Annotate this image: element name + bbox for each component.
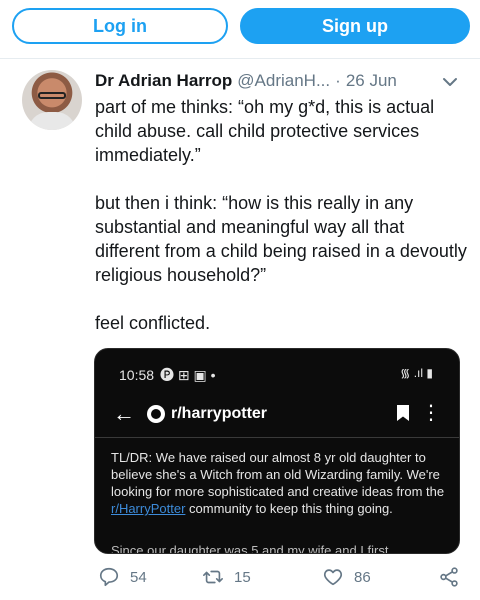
share-button[interactable] <box>438 566 460 588</box>
author-name[interactable]: Dr Adrian Harrop <box>95 71 232 91</box>
post-text-part: community to keep this thing going. <box>185 501 393 516</box>
more-vertical-icon: ⋮ <box>421 402 441 424</box>
subreddit-name: r/harrypotter <box>171 405 268 422</box>
retweet-count: 15 <box>234 568 251 586</box>
tweet-paragraph: feel conflicted. <box>95 313 211 333</box>
media-screenshot[interactable]: 10:58 🅟 ⊞ ▣ • ᯾ .ıl ▮ ← r/harrypotter ⋮ … <box>94 348 460 554</box>
like-count: 86 <box>354 568 371 586</box>
avatar[interactable] <box>22 70 82 130</box>
subreddit-icon <box>147 405 165 423</box>
status-icons-right: ᯾ .ıl ▮ <box>400 366 433 380</box>
reply-count: 54 <box>130 568 147 586</box>
chevron-down-icon[interactable] <box>442 74 458 90</box>
retweet-button[interactable]: 15 <box>202 566 251 588</box>
like-icon <box>323 569 343 586</box>
tweet-actions: 54 15 86 <box>92 566 472 592</box>
tweet-paragraph: but then i think: “how is this really in… <box>95 193 467 285</box>
tweet-paragraph: part of me thinks: “oh my g*d, this is a… <box>95 97 435 165</box>
reply-icon <box>99 567 119 587</box>
tweet-date[interactable]: 26 Jun <box>346 71 397 91</box>
share-icon <box>440 567 458 587</box>
like-button[interactable]: 86 <box>322 566 371 588</box>
bookmark-icon <box>397 405 409 421</box>
reply-button[interactable]: 54 <box>98 566 147 588</box>
post-link: r/HarryPotter <box>111 501 186 516</box>
status-bar: 10:58 🅟 ⊞ ▣ • <box>119 365 216 385</box>
top-bar: Log in Sign up <box>0 0 480 60</box>
signup-button[interactable]: Sign up <box>240 8 470 44</box>
post-text-cut: Since our daughter was 5 and my wife and… <box>111 543 389 554</box>
status-time: 10:58 <box>119 367 155 383</box>
retweet-icon <box>203 570 223 584</box>
login-button[interactable]: Log in <box>12 8 228 44</box>
post-text: TL/DR: We have raised our almost 8 yr ol… <box>111 449 451 517</box>
separator: · <box>335 71 341 90</box>
avatar-glasses <box>38 92 66 99</box>
back-arrow-icon: ← <box>113 401 135 426</box>
status-icons-left: 🅟 ⊞ ▣ • <box>160 367 216 383</box>
author-handle[interactable]: @AdrianH... <box>237 71 330 91</box>
avatar-shirt <box>28 112 76 130</box>
divider <box>0 58 480 59</box>
tweet-header: Dr Adrian Harrop @AdrianH... · 26 Jun <box>95 70 475 92</box>
media-divider <box>95 437 459 438</box>
reddit-navbar: ← r/harrypotter ⋮ <box>113 401 445 427</box>
tweet-text: part of me thinks: “oh my g*d, this is a… <box>95 95 467 359</box>
post-text-part: TL/DR: We have raised our almost 8 yr ol… <box>111 450 445 499</box>
